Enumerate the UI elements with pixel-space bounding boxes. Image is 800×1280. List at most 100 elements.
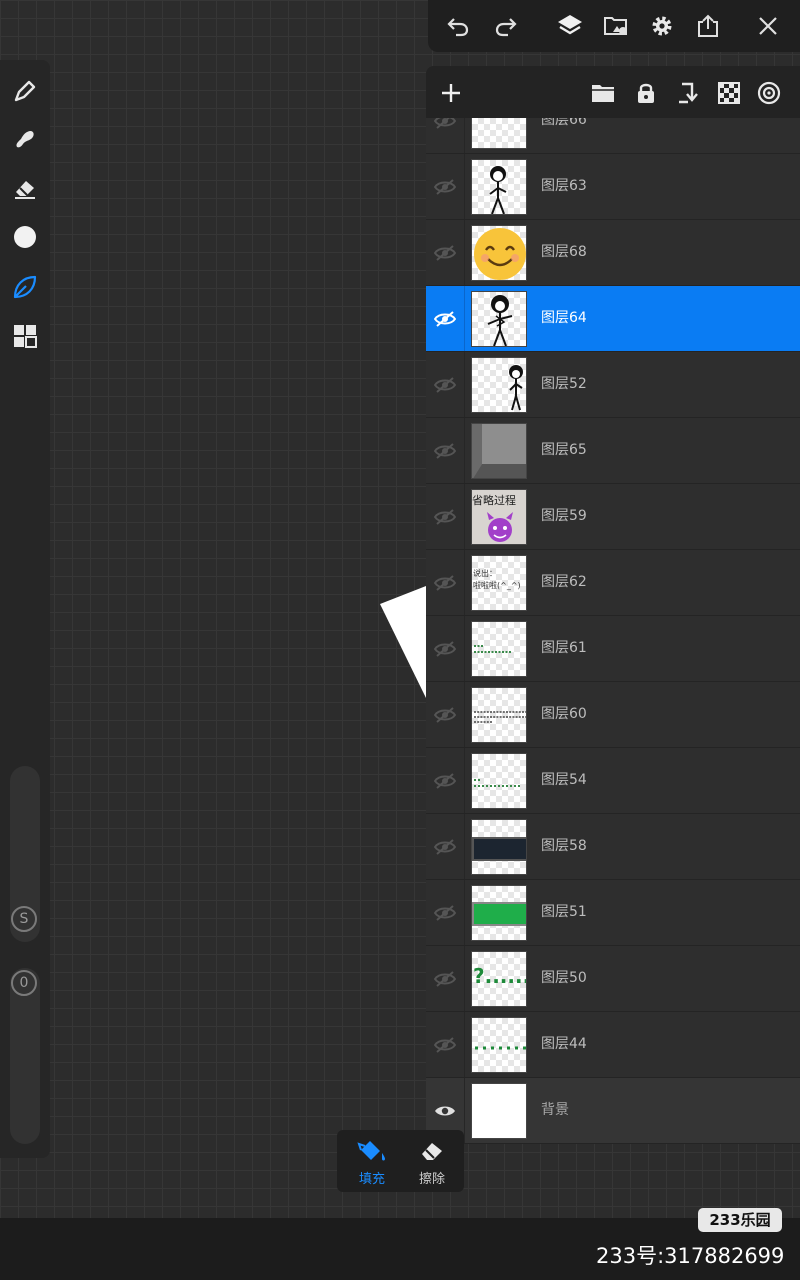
visibility-toggle[interactable] bbox=[426, 880, 465, 945]
opacity-slider-label: 0 bbox=[19, 975, 29, 991]
color-picker-button[interactable] bbox=[6, 218, 44, 256]
left-toolbar: S 0 bbox=[0, 60, 50, 1158]
merge-down-button[interactable] bbox=[670, 76, 704, 110]
pen-icon bbox=[14, 80, 36, 102]
text-scribble-thumbnail bbox=[474, 711, 526, 723]
share-button[interactable] bbox=[690, 8, 726, 44]
visibility-toggle[interactable] bbox=[426, 550, 465, 615]
layer-thumbnail bbox=[471, 885, 527, 941]
visibility-toggle[interactable] bbox=[426, 616, 465, 681]
layer-thumbnail bbox=[471, 291, 527, 347]
opacity-knob[interactable]: 0 bbox=[11, 970, 37, 996]
target-icon bbox=[757, 81, 781, 105]
layer-name: 图层44 bbox=[541, 1036, 587, 1052]
visibility-toggle[interactable] bbox=[426, 352, 465, 417]
redo-button[interactable] bbox=[488, 8, 524, 44]
checkerboard-icon bbox=[718, 82, 740, 104]
smudge-tool-button[interactable] bbox=[6, 120, 44, 158]
layer-target-button[interactable] bbox=[752, 76, 786, 110]
layer-row[interactable]: 图层58 bbox=[426, 814, 800, 880]
size-slider-label: S bbox=[19, 911, 29, 927]
redo-icon bbox=[495, 18, 517, 37]
layer-row[interactable]: 图层65 bbox=[426, 418, 800, 484]
layer-list[interactable]: 图层66 图层63 图层68 图层64 图层52 图层65 省略过程 图层59 … bbox=[426, 118, 800, 1144]
pen-tool-button[interactable] bbox=[6, 72, 44, 110]
visibility-toggle[interactable] bbox=[426, 418, 465, 483]
visibility-toggle[interactable] bbox=[426, 286, 465, 351]
visibility-toggle[interactable] bbox=[426, 814, 465, 879]
layers-icon bbox=[558, 15, 582, 35]
layer-row[interactable]: 图层52 bbox=[426, 352, 800, 418]
layer-thumbnail bbox=[471, 1083, 527, 1139]
grid-icon bbox=[14, 325, 37, 348]
paint-bucket-icon bbox=[357, 1141, 385, 1161]
visibility-toggle[interactable] bbox=[426, 1012, 465, 1077]
layer-row[interactable]: 图层63 bbox=[426, 154, 800, 220]
close-button[interactable] bbox=[750, 8, 786, 44]
layer-folder-button[interactable] bbox=[586, 76, 620, 110]
layer-row[interactable]: 图层51 bbox=[426, 880, 800, 946]
transparency-lock-button[interactable] bbox=[712, 76, 746, 110]
green-box-thumbnail bbox=[472, 902, 526, 926]
layer-thumbnail: 说出： 啦啦啦(^_^) bbox=[471, 555, 527, 611]
eye-icon bbox=[435, 1106, 455, 1115]
layer-name: 图层64 bbox=[541, 310, 587, 326]
visibility-toggle[interactable] bbox=[426, 946, 465, 1011]
visibility-toggle[interactable] bbox=[426, 154, 465, 219]
eye-hidden-icon bbox=[434, 574, 456, 591]
eraser-icon bbox=[15, 181, 35, 199]
layer-name: 图层65 bbox=[541, 442, 587, 458]
undo-button[interactable] bbox=[440, 8, 476, 44]
erase-label: 擦除 bbox=[418, 1172, 445, 1187]
text-scribble-thumbnail bbox=[474, 645, 512, 653]
layer-thumbnail bbox=[471, 819, 527, 875]
eye-hidden-icon bbox=[434, 118, 456, 129]
layer-row[interactable]: 图层60 bbox=[426, 682, 800, 748]
layer-name: 图层61 bbox=[541, 640, 587, 656]
layer-row[interactable]: 图层44 bbox=[426, 1012, 800, 1078]
layer-thumbnail bbox=[471, 621, 527, 677]
layers-button[interactable] bbox=[552, 8, 588, 44]
layer-panel: 图层66 图层63 图层68 图层64 图层52 图层65 省略过程 图层59 … bbox=[426, 66, 800, 1144]
layer-thumbnail bbox=[471, 753, 527, 809]
layer-row-selected[interactable]: 图层64 bbox=[426, 286, 800, 352]
layer-row[interactable]: 说出： 啦啦啦(^_^) 图层62 bbox=[426, 550, 800, 616]
stick-figure-thumbnail bbox=[489, 166, 507, 214]
layer-name: 图层60 bbox=[541, 706, 587, 722]
eye-hidden-icon bbox=[434, 706, 456, 723]
eye-hidden-icon bbox=[434, 970, 456, 987]
erase-button[interactable]: 擦除 bbox=[407, 1136, 457, 1187]
layer-row[interactable]: 图层68 bbox=[426, 220, 800, 286]
layer-name: 图层68 bbox=[541, 244, 587, 260]
add-layer-button[interactable] bbox=[434, 76, 468, 110]
layer-name: 图层50 bbox=[541, 970, 587, 986]
layer-thumbnail bbox=[471, 423, 527, 479]
fill-button[interactable]: 填充 bbox=[347, 1136, 397, 1187]
import-image-button[interactable] bbox=[598, 8, 634, 44]
add-icon bbox=[442, 84, 460, 102]
visibility-toggle[interactable] bbox=[426, 484, 465, 549]
brush-tool-button[interactable] bbox=[6, 268, 44, 306]
visibility-toggle[interactable] bbox=[426, 748, 465, 813]
lock-layer-button[interactable] bbox=[629, 76, 663, 110]
layer-row[interactable]: 图层61 bbox=[426, 616, 800, 682]
layer-row-background[interactable]: 背景 bbox=[426, 1078, 800, 1144]
gallery-button[interactable] bbox=[6, 317, 44, 355]
settings-button[interactable] bbox=[644, 8, 680, 44]
eraser-tool-button[interactable] bbox=[6, 169, 44, 207]
layer-name: 图层66 bbox=[541, 118, 587, 128]
layer-row[interactable]: 省略过程 图层59 bbox=[426, 484, 800, 550]
layer-row[interactable]: ?...... 图层50 bbox=[426, 946, 800, 1012]
stick-figure-thumbnail bbox=[509, 365, 523, 411]
visibility-toggle[interactable] bbox=[426, 118, 465, 153]
visibility-toggle[interactable] bbox=[426, 682, 465, 747]
lock-icon bbox=[638, 83, 654, 103]
dots-thumbnail bbox=[475, 1046, 526, 1050]
visibility-toggle[interactable] bbox=[426, 220, 465, 285]
layer-row[interactable]: 图层66 bbox=[426, 118, 800, 154]
eye-hidden-icon bbox=[434, 442, 456, 459]
close-icon bbox=[759, 17, 777, 35]
layer-row[interactable]: 图层54 bbox=[426, 748, 800, 814]
brush-size-knob[interactable]: S bbox=[11, 906, 37, 932]
merge-down-icon bbox=[679, 82, 698, 104]
